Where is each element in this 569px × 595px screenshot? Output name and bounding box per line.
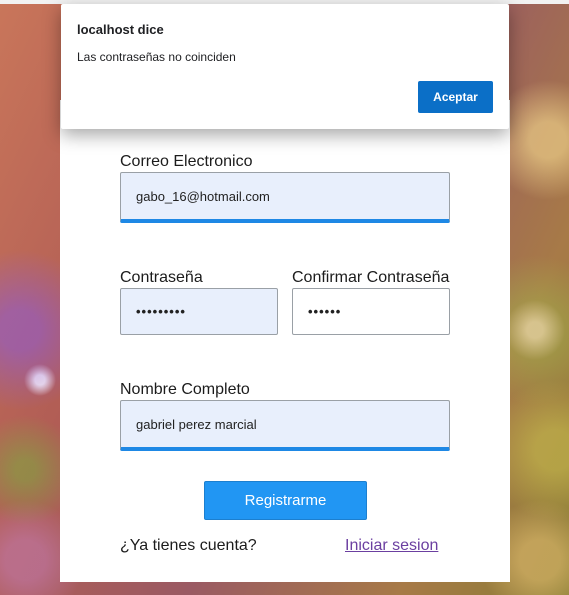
account-question: ¿Ya tienes cuenta? [120,537,257,554]
confirm-password-field[interactable]: •••••• [292,288,450,335]
alert-dialog: localhost dice Las contraseñas no coinci… [61,4,509,129]
password-field[interactable]: ••••••••• [120,288,278,335]
register-button[interactable]: Registrarme [204,481,367,520]
email-value: gabo_16@hotmail.com [136,188,270,204]
password-label: Contraseña [120,269,203,286]
confirm-password-label: Confirmar Contraseña [292,269,450,286]
full-name-label: Nombre Completo [120,381,250,398]
full-name-field[interactable]: gabriel perez marcial [120,400,450,451]
dialog-message: Las contraseñas no coinciden [77,50,236,64]
email-label: Correo Electronico [120,153,253,170]
dialog-title: localhost dice [77,22,164,37]
password-mask: ••••••••• [136,304,186,319]
email-field[interactable]: gabo_16@hotmail.com [120,172,450,223]
accept-button[interactable]: Aceptar [418,81,493,113]
confirm-password-mask: •••••• [308,304,342,319]
login-link[interactable]: Iniciar sesion [345,537,438,555]
full-name-value: gabriel perez marcial [136,416,257,432]
